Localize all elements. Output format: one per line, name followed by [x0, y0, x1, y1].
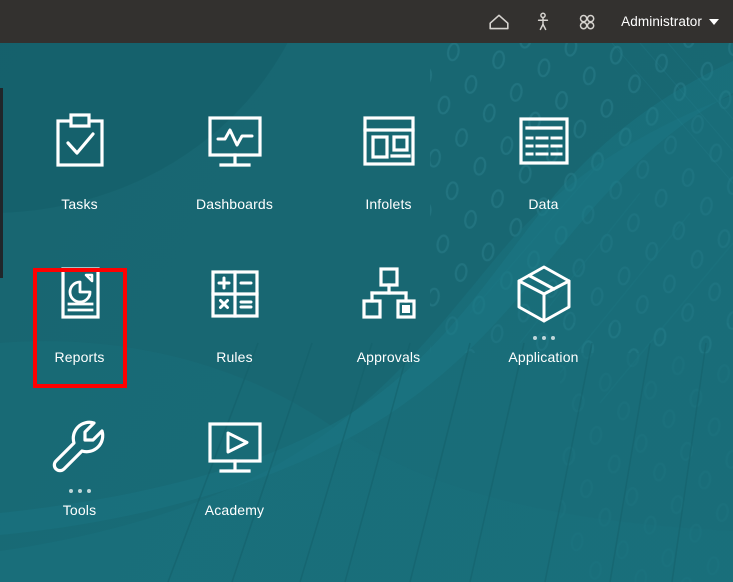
left-edge-strip	[0, 88, 3, 278]
card-label-application: Application	[508, 349, 579, 365]
wrench-icon	[47, 408, 113, 486]
card-rules[interactable]: Rules	[157, 253, 312, 391]
card-infolets[interactable]: Infolets	[311, 100, 466, 238]
card-tasks[interactable]: Tasks	[2, 100, 157, 238]
user-name-label: Administrator	[621, 14, 702, 29]
top-navigation-bar: Administrator	[0, 0, 733, 43]
user-menu[interactable]: Administrator	[609, 0, 733, 43]
card-label-tasks: Tasks	[61, 196, 98, 212]
card-label-reports: Reports	[54, 349, 105, 365]
monitor-play-icon	[202, 408, 268, 486]
card-label-approvals: Approvals	[356, 349, 421, 365]
card-dashboards[interactable]: Dashboards	[157, 100, 312, 238]
application-window: Administrator Tasks Dashboards Infolets …	[0, 0, 733, 582]
apps-grid-icon[interactable]	[565, 0, 609, 43]
report-pie-doc-icon	[47, 255, 113, 333]
monitor-chart-icon	[202, 102, 268, 180]
hierarchy-tree-icon	[356, 255, 422, 333]
card-dots	[68, 484, 91, 497]
chevron-down-icon	[709, 18, 719, 25]
card-academy[interactable]: Academy	[157, 406, 312, 544]
card-reports[interactable]: Reports	[2, 253, 157, 391]
accessibility-icon[interactable]	[521, 0, 565, 43]
card-label-infolets: Infolets	[365, 196, 412, 212]
home-card-grid: Tasks Dashboards Infolets Data Reports R…	[0, 43, 733, 582]
card-tools[interactable]: Tools	[2, 406, 157, 544]
layout-panels-icon	[356, 102, 422, 180]
cube-icon	[511, 255, 577, 333]
card-data[interactable]: Data	[466, 100, 621, 238]
card-label-rules: Rules	[216, 349, 253, 365]
home-icon[interactable]	[477, 0, 521, 43]
card-approvals[interactable]: Approvals	[311, 253, 466, 391]
card-label-dashboards: Dashboards	[196, 196, 273, 212]
card-dots	[532, 331, 555, 344]
card-label-tools: Tools	[62, 502, 97, 518]
data-grid-icon	[511, 102, 577, 180]
card-label-data: Data	[528, 196, 559, 212]
card-application[interactable]: Application	[466, 253, 621, 391]
clipboard-check-icon	[47, 102, 113, 180]
card-label-academy: Academy	[204, 502, 265, 518]
calculator-icon	[202, 255, 268, 333]
